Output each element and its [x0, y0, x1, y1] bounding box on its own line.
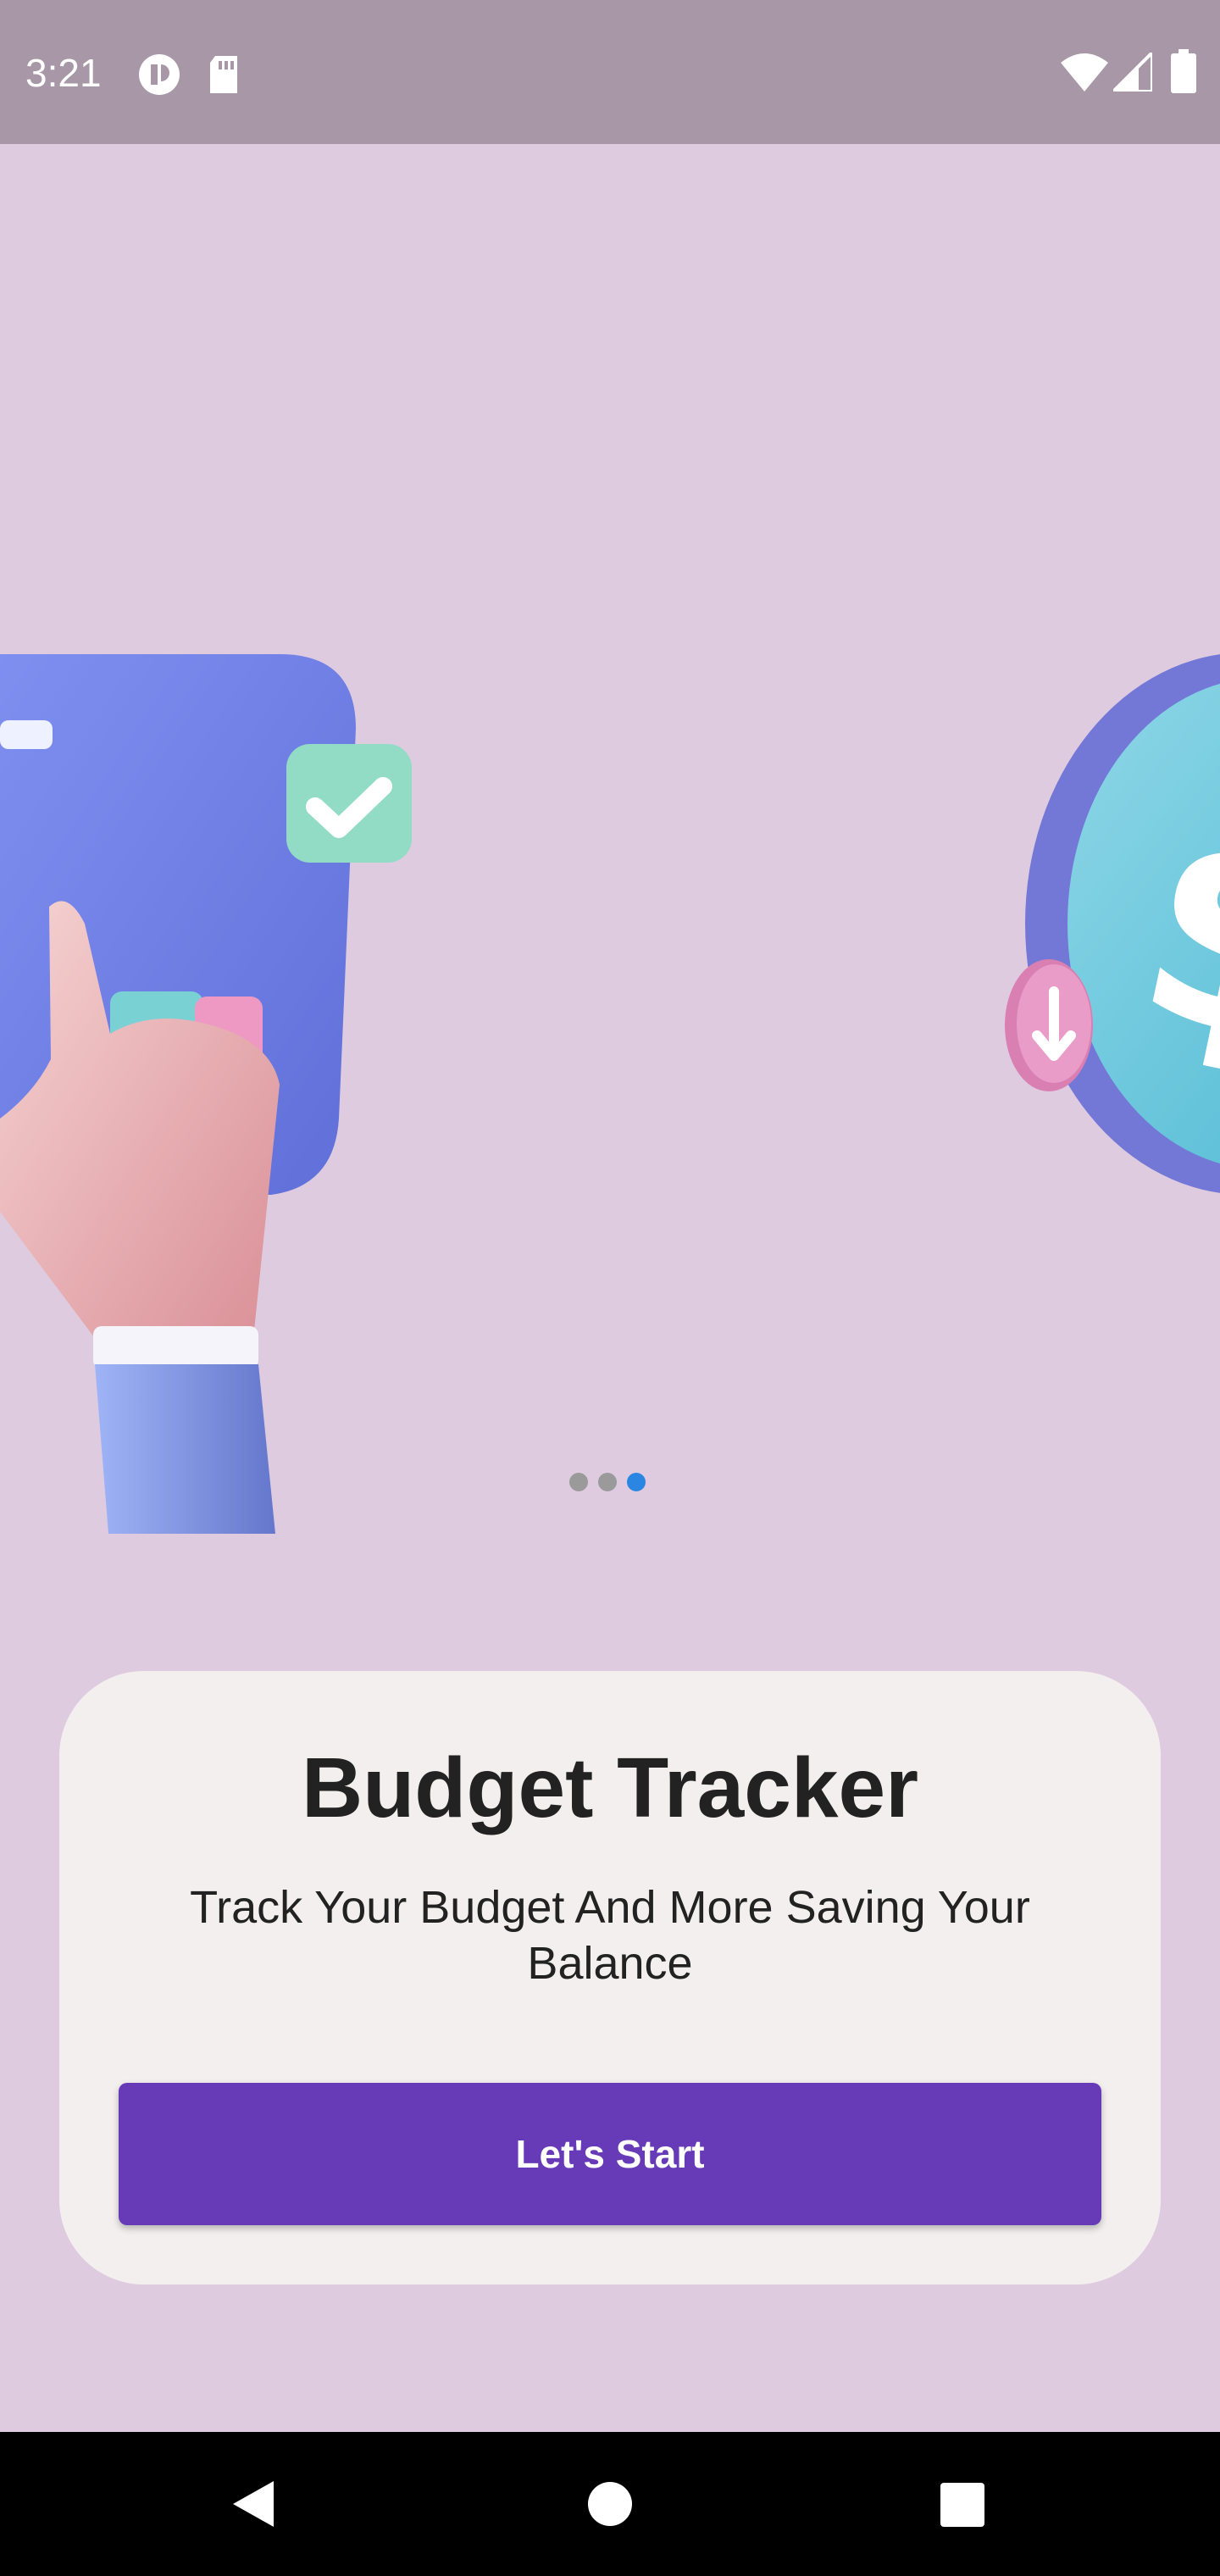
page-indicator-dot-3-active[interactable]	[627, 1473, 646, 1491]
page-indicator	[569, 1473, 646, 1493]
wifi-icon	[1061, 53, 1108, 92]
status-time: 3:21	[25, 51, 102, 95]
home-icon[interactable]	[572, 2466, 648, 2542]
onboarding-hero[interactable]: $	[0, 144, 1220, 1534]
battery-icon	[1171, 49, 1196, 93]
app-title: Budget Tracker	[301, 1740, 919, 1835]
cellular-signal-icon	[1113, 53, 1152, 92]
system-navigation-bar	[0, 2432, 1220, 2576]
page-indicator-dot-2[interactable]	[598, 1473, 617, 1491]
onboarding-card: Budget Tracker Track Your Budget And Mor…	[59, 1671, 1161, 2285]
hand-tapping-tablet-illustration	[0, 654, 412, 1534]
app-tagline: Track Your Budget And More Saving Your B…	[190, 1882, 1030, 1989]
page-indicator-dot-1[interactable]	[569, 1473, 588, 1491]
privacy-indicator-icon	[139, 54, 180, 95]
recents-icon[interactable]	[923, 2466, 1000, 2542]
sd-card-icon	[210, 56, 237, 93]
back-icon[interactable]	[216, 2466, 292, 2542]
lets-start-button[interactable]: Let's Start	[119, 2083, 1101, 2225]
dollar-coin-illustration: $	[1005, 654, 1220, 1193]
status-bar: 3:21	[0, 0, 1220, 144]
